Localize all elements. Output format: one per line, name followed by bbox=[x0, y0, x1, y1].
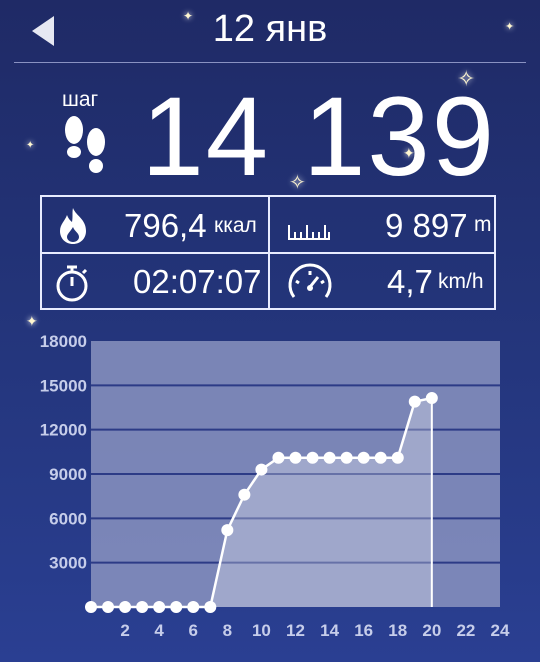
y-tick-label: 15000 bbox=[40, 376, 87, 395]
steps-label: шаг bbox=[62, 88, 99, 111]
stats-grid: 796,4 ккал 9 897 m 02:07:07 4,7 km/h bbox=[40, 195, 496, 310]
x-tick-label: 6 bbox=[189, 621, 198, 640]
data-point bbox=[340, 451, 353, 464]
speedometer-icon bbox=[288, 263, 332, 298]
data-point bbox=[289, 451, 302, 464]
data-point bbox=[238, 488, 251, 501]
y-tick-label: 18000 bbox=[40, 332, 87, 351]
x-tick-label: 22 bbox=[456, 621, 475, 640]
page-title: 12 янв bbox=[212, 8, 328, 50]
data-point bbox=[153, 601, 166, 613]
data-point bbox=[408, 395, 421, 408]
duration-value: 02:07:07 bbox=[133, 263, 262, 300]
x-tick-label: 20 bbox=[422, 621, 441, 640]
x-tick-label: 8 bbox=[223, 621, 232, 640]
x-tick-label: 4 bbox=[154, 621, 164, 640]
header-divider bbox=[14, 62, 526, 63]
steps-count: 14 139 bbox=[141, 74, 496, 199]
data-point bbox=[170, 601, 183, 613]
data-point bbox=[136, 601, 149, 613]
distance-value: 9 897 bbox=[385, 207, 468, 244]
calories-value: 796,4 bbox=[124, 207, 207, 244]
distance-unit: m bbox=[474, 213, 492, 236]
data-point bbox=[204, 601, 217, 613]
steps-chart: 3000600090001200015000180002 4 6 8 10 12 14 16 1… bbox=[40, 332, 510, 640]
ruler-icon bbox=[288, 225, 330, 240]
grid-divider bbox=[268, 197, 270, 308]
footprints-icon bbox=[65, 116, 105, 173]
y-tick-label: 9000 bbox=[49, 465, 87, 484]
y-tick-label: 12000 bbox=[40, 421, 87, 440]
x-tick-label: 14 bbox=[320, 621, 339, 640]
data-point bbox=[119, 601, 132, 613]
y-tick-label: 3000 bbox=[49, 554, 87, 573]
data-point bbox=[306, 451, 319, 464]
x-tick-label: 2 bbox=[120, 621, 129, 640]
y-tick-label: 6000 bbox=[49, 509, 87, 528]
data-point bbox=[272, 451, 285, 464]
data-point bbox=[187, 601, 200, 613]
data-point bbox=[255, 463, 268, 476]
x-tick-label: 12 bbox=[286, 621, 305, 640]
data-point bbox=[221, 524, 234, 537]
data-point bbox=[102, 601, 115, 613]
x-tick-label: 24 bbox=[491, 621, 510, 640]
star-decoration: ✦ bbox=[26, 140, 35, 151]
data-point bbox=[357, 451, 370, 464]
x-tick-label: 18 bbox=[388, 621, 407, 640]
flame-icon bbox=[60, 208, 86, 244]
data-point bbox=[323, 451, 336, 464]
data-point bbox=[425, 392, 438, 405]
calories-unit: ккал bbox=[214, 214, 257, 237]
x-tick-label: 10 bbox=[252, 621, 271, 640]
speed-value: 4,7 bbox=[387, 263, 433, 300]
data-point bbox=[374, 451, 387, 464]
x-tick-label: 16 bbox=[354, 621, 373, 640]
speed-unit: km/h bbox=[438, 270, 484, 293]
data-point bbox=[85, 601, 97, 613]
data-point bbox=[391, 451, 404, 464]
stopwatch-icon bbox=[56, 265, 88, 302]
